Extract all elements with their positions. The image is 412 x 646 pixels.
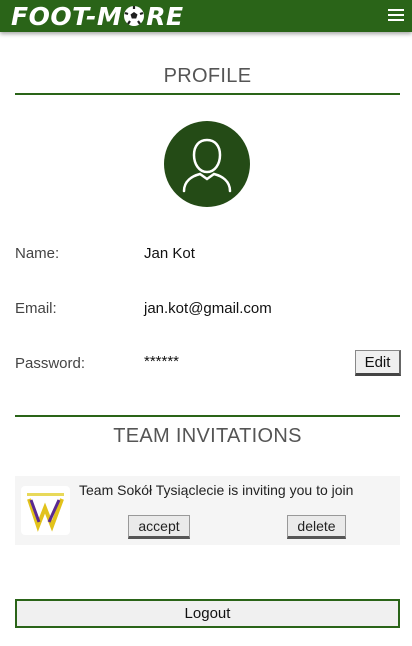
team-crest-graphic: [27, 493, 64, 532]
password-value: ******: [144, 353, 180, 370]
invitation-text: Team Sokół Tysiąclecie is inviting you t…: [79, 482, 354, 498]
hamburger-menu-icon[interactable]: [388, 9, 404, 23]
profile-divider: [15, 93, 400, 95]
password-label: Password:: [15, 355, 86, 372]
delete-button[interactable]: delete: [287, 515, 346, 539]
name-value: Jan Kot: [144, 245, 195, 262]
logout-button[interactable]: Logout: [15, 599, 400, 628]
logo-text-left: FOOT-M: [11, 1, 123, 31]
top-navbar: FOOT-M RE: [0, 0, 412, 32]
email-label: Email:: [15, 300, 57, 317]
name-label: Name:: [15, 245, 60, 262]
invitation-card: Team Sokół Tysiąclecie is inviting you t…: [15, 476, 400, 545]
soccer-ball-icon: [124, 6, 145, 26]
team-crest-icon: [21, 486, 70, 535]
invitations-divider: [15, 415, 400, 417]
profile-title: PROFILE: [163, 65, 252, 87]
app-logo[interactable]: FOOT-M RE: [11, 1, 184, 31]
accept-button[interactable]: accept: [128, 515, 190, 539]
edit-button[interactable]: Edit: [355, 350, 401, 376]
email-value: jan.kot@gmail.com: [144, 300, 272, 317]
logo-text-right: RE: [146, 1, 184, 31]
avatar: [164, 121, 250, 207]
invitations-title: TEAM INVITATIONS: [113, 425, 302, 447]
user-silhouette-icon: [182, 138, 232, 193]
